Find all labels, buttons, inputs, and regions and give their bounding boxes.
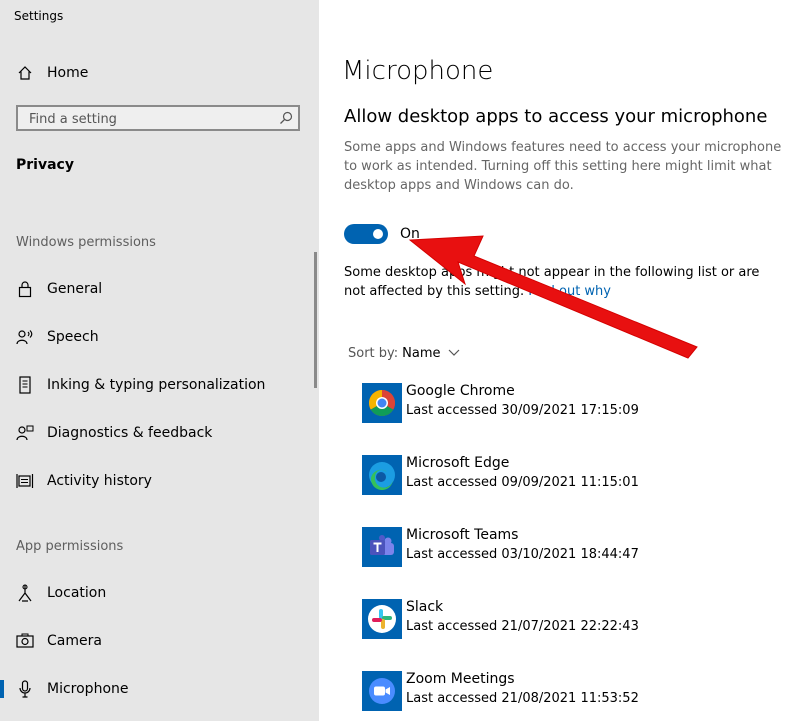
inking-icon: [16, 376, 34, 394]
window-title: Settings: [14, 9, 64, 23]
app-last-accessed: Last accessed 21/07/2021 22:22:43: [406, 619, 639, 634]
sidebar-item-label: Home: [47, 65, 89, 81]
location-icon: [16, 584, 34, 602]
app-name: Google Chrome: [406, 383, 515, 399]
sidebar-item-diagnostics[interactable]: Diagnostics & feedback: [0, 413, 314, 453]
sort-value: Name: [402, 346, 441, 361]
search-icon[interactable]: [278, 110, 294, 126]
activity-history-icon: [16, 472, 34, 490]
lock-icon: [16, 280, 34, 298]
sidebar: Settings Home Privacy Windows permission…: [0, 0, 319, 721]
sort-dropdown[interactable]: Sort by: Name: [348, 346, 460, 361]
app-last-accessed: Last accessed 21/08/2021 11:53:52: [406, 691, 639, 706]
sidebar-item-location[interactable]: Location: [0, 573, 314, 613]
microphone-access-toggle[interactable]: [344, 224, 388, 244]
sidebar-item-general[interactable]: General: [0, 269, 314, 309]
search-box[interactable]: [16, 105, 300, 131]
app-list-item-edge: Microsoft Edge Last accessed 09/09/2021 …: [362, 455, 782, 497]
chevron-down-icon: [448, 346, 460, 361]
sidebar-item-label: Location: [47, 585, 107, 601]
microphone-icon: [16, 680, 34, 698]
sidebar-item-label: Inking & typing personalization: [47, 377, 266, 393]
home-icon: [16, 64, 34, 82]
app-name: Microsoft Edge: [406, 455, 510, 471]
app-list-item-teams: Microsoft Teams Last accessed 03/10/2021…: [362, 527, 782, 569]
diagnostics-icon: [16, 424, 34, 442]
windows-permissions-header: Windows permissions: [16, 235, 156, 250]
sidebar-item-label: Microphone: [47, 681, 129, 697]
sidebar-item-label: Activity history: [47, 473, 152, 489]
page-title: Microphone: [342, 56, 494, 86]
teams-icon: [362, 527, 402, 567]
camera-icon: [16, 632, 34, 650]
category-title: Privacy: [16, 157, 74, 173]
toggle-knob: [373, 229, 383, 239]
slack-icon: [362, 599, 402, 639]
sidebar-item-label: Camera: [47, 633, 102, 649]
speech-icon: [16, 328, 34, 346]
zoom-icon: [362, 671, 402, 711]
app-list-item-chrome: Google Chrome Last accessed 30/09/2021 1…: [362, 383, 782, 425]
app-list-item-slack: Slack Last accessed 21/07/2021 22:22:43: [362, 599, 782, 641]
sidebar-item-inking[interactable]: Inking & typing personalization: [0, 365, 314, 405]
sort-label: Sort by:: [348, 346, 399, 361]
sidebar-item-home[interactable]: Home: [0, 53, 314, 93]
toggle-state-label: On: [400, 226, 420, 242]
sidebar-item-speech[interactable]: Speech: [0, 317, 314, 357]
section-title: Allow desktop apps to access your microp…: [344, 106, 768, 127]
sidebar-scrollbar[interactable]: [314, 252, 317, 388]
edge-icon: [362, 455, 402, 495]
section-description: Some apps and Windows features need to a…: [344, 140, 782, 193]
app-list-item-zoom: Zoom Meetings Last accessed 21/08/2021 1…: [362, 671, 782, 713]
sidebar-item-camera[interactable]: Camera: [0, 621, 314, 661]
search-input[interactable]: [27, 110, 271, 128]
app-last-accessed: Last accessed 03/10/2021 18:44:47: [406, 547, 639, 562]
app-name: Slack: [406, 599, 444, 615]
sidebar-item-microphone[interactable]: Microphone: [0, 669, 314, 709]
sidebar-item-label: General: [47, 281, 103, 297]
app-permissions-header: App permissions: [16, 539, 124, 554]
desktop-apps-note: Some desktop apps might not appear in th…: [344, 263, 784, 301]
chrome-icon: [362, 383, 402, 423]
sidebar-item-label: Speech: [47, 329, 99, 345]
app-name: Microsoft Teams: [406, 527, 519, 543]
sidebar-item-activity-history[interactable]: Activity history: [0, 461, 314, 501]
app-last-accessed: Last accessed 09/09/2021 11:15:01: [406, 475, 639, 490]
find-out-why-link[interactable]: Find out why: [528, 284, 611, 299]
app-last-accessed: Last accessed 30/09/2021 17:15:09: [406, 403, 639, 418]
sidebar-item-label: Diagnostics & feedback: [47, 425, 213, 441]
app-name: Zoom Meetings: [406, 671, 515, 687]
